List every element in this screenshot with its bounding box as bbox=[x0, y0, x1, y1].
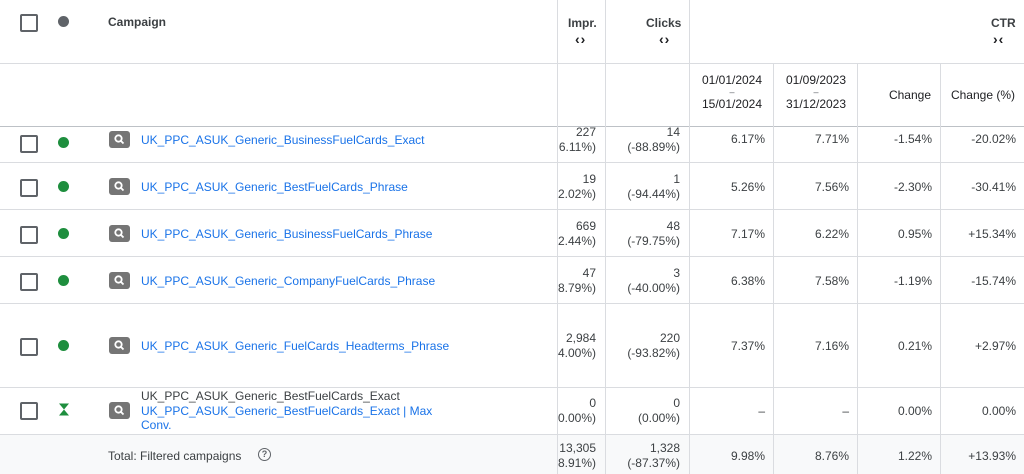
row-divider bbox=[0, 256, 1024, 257]
campaign-table: Campaign Impr. ‹› Clicks ‹› CTR ›‹ 01/01… bbox=[0, 0, 1024, 474]
ctr-current-cell: 7.17% bbox=[730, 227, 765, 241]
ctr-change-pct-cell: +15.34% bbox=[968, 227, 1016, 241]
row-divider bbox=[0, 209, 1024, 210]
search-campaign-icon bbox=[109, 225, 130, 242]
ctr-change-pct-cell: +2.97% bbox=[974, 339, 1016, 353]
ctr-change-cell: -2.30% bbox=[893, 180, 932, 194]
change-column-header[interactable]: Change bbox=[889, 88, 931, 103]
clicks-column-header[interactable]: Clicks bbox=[646, 16, 681, 30]
impr-cell: 669 2.44%) bbox=[557, 219, 596, 248]
date-range-previous[interactable]: 01/09/2023 – 31/12/2023 bbox=[774, 74, 858, 111]
total-ctr-change-cell: 1.22% bbox=[897, 449, 932, 463]
total-label: Total: Filtered campaigns bbox=[108, 449, 242, 463]
search-campaign-icon bbox=[109, 178, 130, 195]
column-divider bbox=[940, 63, 941, 474]
row-divider bbox=[0, 387, 1024, 388]
search-campaign-icon bbox=[109, 402, 130, 419]
date-range-current[interactable]: 01/01/2024 – 15/01/2024 bbox=[690, 74, 774, 111]
row-checkbox[interactable] bbox=[20, 135, 38, 153]
ctr-current-cell: – bbox=[758, 404, 765, 418]
header-divider bbox=[0, 63, 1024, 64]
clicks-cell: 48 (-79.75%) bbox=[627, 219, 680, 248]
ctr-current-cell: 6.38% bbox=[730, 274, 765, 288]
total-clicks-cell: 1,328 (-87.37%) bbox=[627, 441, 680, 470]
clicks-cell: 14 (-88.89%) bbox=[627, 125, 680, 154]
campaign-link[interactable]: UK_PPC_ASUK_Generic_CompanyFuelCards_Phr… bbox=[141, 274, 435, 288]
column-divider bbox=[689, 0, 690, 474]
row-checkbox[interactable] bbox=[20, 338, 38, 356]
campaign-column-header[interactable]: Campaign bbox=[108, 15, 166, 29]
ctr-change-cell: 0.95% bbox=[897, 227, 932, 241]
ctr-change-pct-cell: -15.74% bbox=[971, 274, 1016, 288]
ctr-change-cell: -1.54% bbox=[893, 132, 932, 146]
impr-cell: 0 0.00%) bbox=[557, 396, 596, 425]
row-checkbox[interactable] bbox=[20, 179, 38, 197]
ctr-change-pct-cell: 0.00% bbox=[981, 404, 1016, 418]
enabled-status-icon[interactable] bbox=[58, 228, 69, 239]
total-ctr-previous-cell: 8.76% bbox=[814, 449, 849, 463]
status-column-icon[interactable] bbox=[58, 16, 69, 27]
help-icon[interactable]: ? bbox=[258, 448, 271, 461]
clicks-cell: 0 (0.00%) bbox=[637, 396, 680, 425]
row-checkbox[interactable] bbox=[20, 273, 38, 291]
previous-campaign-name: UK_PPC_ASUK_Generic_BestFuelCards_Exact bbox=[141, 389, 400, 403]
ctr-previous-cell: – bbox=[842, 404, 849, 418]
search-campaign-icon bbox=[109, 131, 130, 148]
ctr-previous-cell: 6.22% bbox=[814, 227, 849, 241]
ctr-current-cell: 5.26% bbox=[730, 180, 765, 194]
ctr-expand-icon[interactable]: ›‹ bbox=[993, 31, 1004, 47]
ctr-change-cell: 0.21% bbox=[897, 339, 932, 353]
row-divider bbox=[0, 162, 1024, 163]
total-ctr-change-pct-cell: +13.93% bbox=[968, 449, 1016, 463]
total-impr-cell: 13,305 8.91%) bbox=[557, 441, 596, 470]
ctr-change-cell: 0.00% bbox=[897, 404, 932, 418]
change-pct-column-header[interactable]: Change (%) bbox=[951, 88, 1015, 103]
impr-cell: 2,984 4.00%) bbox=[557, 331, 596, 360]
impr-sort-icon[interactable]: ‹› bbox=[575, 31, 586, 47]
campaign-link[interactable]: UK_PPC_ASUK_Generic_BusinessFuelCards_Ph… bbox=[141, 227, 432, 241]
ctr-current-cell: 7.37% bbox=[730, 339, 765, 353]
campaign-link[interactable]: UK_PPC_ASUK_Generic_BestFuelCards_Exact … bbox=[141, 404, 432, 418]
ctr-previous-cell: 7.58% bbox=[814, 274, 849, 288]
ctr-current-cell: 6.17% bbox=[730, 132, 765, 146]
ctr-column-header[interactable]: CTR bbox=[991, 16, 1016, 30]
campaign-link[interactable]: UK_PPC_ASUK_Generic_BusinessFuelCards_Ex… bbox=[141, 133, 424, 147]
impr-column-header[interactable]: Impr. bbox=[568, 16, 597, 30]
clicks-cell: 220 (-93.82%) bbox=[627, 331, 680, 360]
enabled-status-icon[interactable] bbox=[58, 137, 69, 148]
clicks-cell: 1 (-94.44%) bbox=[627, 172, 680, 201]
select-all-checkbox[interactable] bbox=[20, 14, 38, 32]
impr-cell: 227 6.11%) bbox=[558, 125, 596, 154]
campaign-link[interactable]: UK_PPC_ASUK_Generic_BestFuelCards_Phrase bbox=[141, 180, 408, 194]
total-ctr-current-cell: 9.98% bbox=[730, 449, 765, 463]
row-divider bbox=[0, 434, 1024, 435]
column-divider bbox=[773, 63, 774, 474]
row-checkbox[interactable] bbox=[20, 402, 38, 420]
ctr-previous-cell: 7.16% bbox=[814, 339, 849, 353]
ctr-previous-cell: 7.71% bbox=[814, 132, 849, 146]
row-checkbox[interactable] bbox=[20, 226, 38, 244]
search-campaign-icon bbox=[109, 272, 130, 289]
campaign-link[interactable]: UK_PPC_ASUK_Generic_FuelCards_Headterms_… bbox=[141, 339, 449, 353]
ctr-previous-cell: 7.56% bbox=[814, 180, 849, 194]
impr-cell: 19 2.02%) bbox=[557, 172, 596, 201]
enabled-status-icon[interactable] bbox=[58, 181, 69, 192]
ctr-change-pct-cell: -20.02% bbox=[971, 132, 1016, 146]
enabled-status-icon[interactable] bbox=[58, 340, 69, 351]
column-divider bbox=[857, 63, 858, 474]
enabled-status-icon[interactable] bbox=[58, 275, 69, 286]
row-divider bbox=[0, 303, 1024, 304]
clicks-cell: 3 (-40.00%) bbox=[627, 266, 680, 295]
ctr-change-pct-cell: -30.41% bbox=[971, 180, 1016, 194]
pending-status-icon[interactable] bbox=[58, 403, 70, 421]
search-campaign-icon bbox=[109, 337, 130, 354]
column-divider bbox=[605, 0, 606, 474]
ctr-change-cell: -1.19% bbox=[893, 274, 932, 288]
header-bottom-divider bbox=[0, 126, 1024, 127]
clicks-sort-icon[interactable]: ‹› bbox=[659, 31, 670, 47]
campaign-link-continued[interactable]: Conv. bbox=[141, 418, 171, 432]
impr-cell: 47 8.79%) bbox=[557, 266, 596, 295]
